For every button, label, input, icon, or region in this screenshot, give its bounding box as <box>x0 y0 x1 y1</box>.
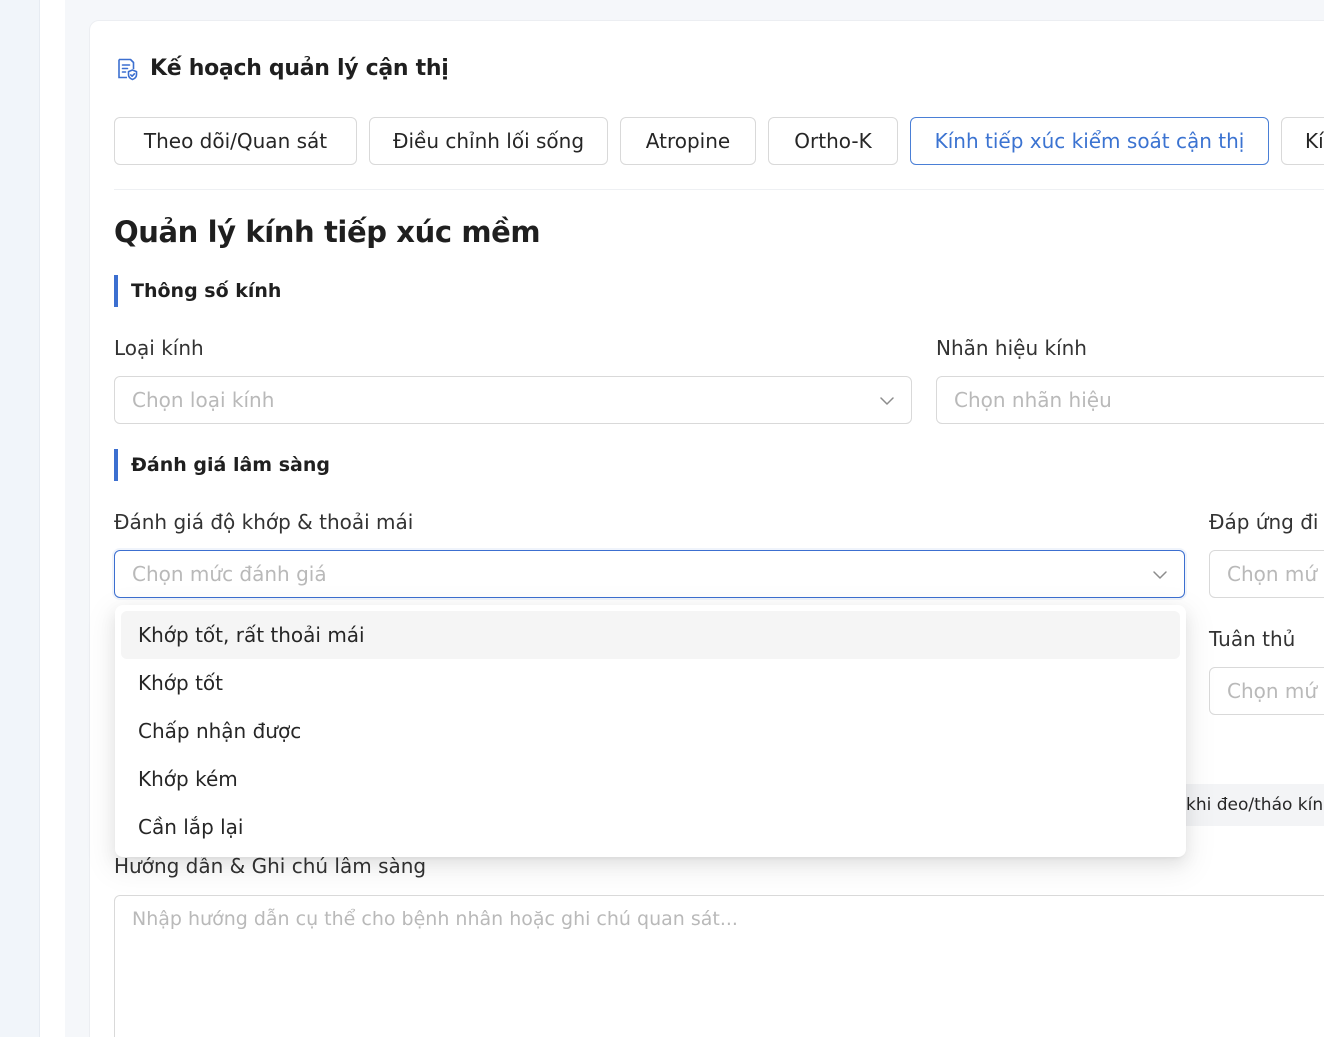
compliance-select[interactable]: Chọn mứ <box>1209 667 1324 715</box>
tab-next[interactable]: Kí <box>1281 117 1324 165</box>
tab-ortho-k[interactable]: Ortho-K <box>768 117 898 165</box>
lens-type-placeholder: Chọn loại kính <box>132 388 275 412</box>
tab-atropine[interactable]: Atropine <box>620 117 756 165</box>
fit-comfort-select[interactable]: Chọn mức đánh giá <box>114 550 1185 598</box>
tab-myopia-control-contact-lens[interactable]: Kính tiếp xúc kiểm soát cận thị <box>910 117 1269 165</box>
lens-type-label: Loại kính <box>114 336 204 360</box>
tab-lifestyle[interactable]: Điều chỉnh lối sống <box>369 117 608 165</box>
response-select[interactable]: Chọn mứ <box>1209 550 1324 598</box>
left-sidebar-rail <box>0 0 40 1037</box>
lens-specs-heading: Thông số kính <box>114 275 281 307</box>
option-chip[interactable]: khi đeo/tháo kín <box>1178 784 1324 826</box>
document-shield-icon <box>118 58 138 81</box>
clinical-heading: Đánh giá lâm sàng <box>114 449 330 481</box>
dropdown-option[interactable]: Khớp kém <box>121 755 1180 803</box>
notes-placeholder: Nhập hướng dẫn cụ thể cho bệnh nhân hoặc… <box>132 908 738 930</box>
lens-type-select[interactable]: Chọn loại kính <box>114 376 912 424</box>
lens-brand-select[interactable]: Chọn nhãn hiệu <box>936 376 1324 424</box>
fit-comfort-placeholder: Chọn mức đánh giá <box>132 562 327 586</box>
dropdown-option[interactable]: Khớp tốt <box>121 659 1180 707</box>
response-label: Đáp ứng đi <box>1209 510 1319 534</box>
section-title: Quản lý kính tiếp xúc mềm <box>114 215 541 249</box>
gutter <box>41 0 65 1037</box>
chevron-down-icon <box>880 397 894 405</box>
fit-comfort-label: Đánh giá độ khớp & thoải mái <box>114 510 414 534</box>
dropdown-option[interactable]: Cần lắp lại <box>121 803 1180 851</box>
notes-textarea[interactable]: Nhập hướng dẫn cụ thể cho bệnh nhân hoặc… <box>114 895 1324 1037</box>
page: Kế hoạch quản lý cận thị Theo dõi/Quan s… <box>0 0 1324 1037</box>
chevron-down-icon <box>1153 571 1167 579</box>
plan-title: Kế hoạch quản lý cận thị <box>150 56 449 81</box>
dropdown-option[interactable]: Khớp tốt, rất thoải mái <box>121 611 1180 659</box>
dropdown-option[interactable]: Chấp nhận được <box>121 707 1180 755</box>
response-placeholder: Chọn mứ <box>1227 562 1318 586</box>
compliance-placeholder: Chọn mứ <box>1227 679 1318 703</box>
tab-observation[interactable]: Theo dõi/Quan sát <box>114 117 357 165</box>
lens-brand-placeholder: Chọn nhãn hiệu <box>954 388 1112 412</box>
lens-brand-label: Nhãn hiệu kính <box>936 336 1087 360</box>
divider <box>114 189 1324 190</box>
fit-comfort-dropdown: Khớp tốt, rất thoải mái Khớp tốt Chấp nh… <box>115 605 1186 857</box>
compliance-label: Tuân thủ <box>1209 627 1296 651</box>
